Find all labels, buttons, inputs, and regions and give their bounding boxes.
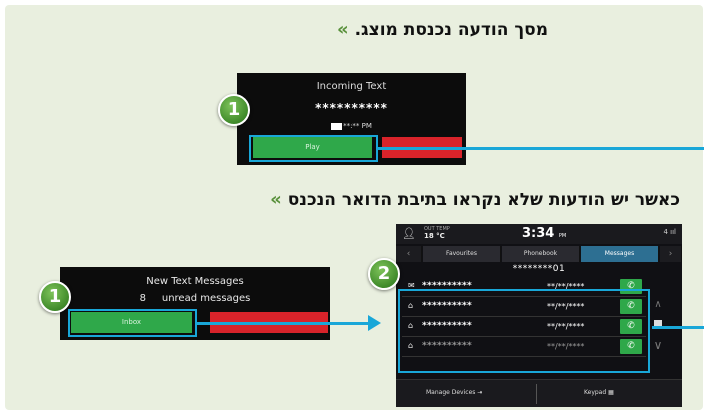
keypad-label: Keypad [584, 389, 607, 396]
time-block-icon [331, 122, 343, 130]
divider [536, 384, 537, 404]
tab-next-icon[interactable]: › [660, 246, 682, 262]
temp-value: 18 °C [424, 232, 445, 240]
tab-phonebook[interactable]: Phonebook [502, 246, 580, 262]
step-badge-2: 2 [368, 258, 400, 290]
exit-icon: ⇥ [477, 389, 483, 396]
keypad-icon: ▦ [608, 389, 614, 396]
chevron-icon: » [337, 19, 349, 40]
message-time: **:** PM [237, 122, 466, 130]
time-text: **:** PM [343, 122, 372, 130]
new-messages-title: New Text Messages [146, 276, 244, 287]
clock-time: 3:34 [522, 226, 555, 241]
scroll-up-icon[interactable]: ∧ [648, 299, 668, 310]
manage-devices-button[interactable]: Manage Devices ⇥ [426, 389, 482, 396]
keypad-button[interactable]: Keypad ▦ [584, 389, 614, 396]
chevron-icon: » [270, 189, 282, 210]
bottom-bar: Manage Devices ⇥ Keypad ▦ [396, 379, 682, 407]
connector-line [197, 322, 369, 325]
phone-number: ********01 [512, 264, 566, 274]
message-list-highlight [398, 289, 650, 373]
heading-text: מסך הודעה נכנסת מוצג. [354, 20, 548, 40]
status-bar: 👤︎ OUT TEMP 18 °C 3:34 PM 4 ııl [396, 224, 682, 244]
outside-temp: OUT TEMP 18 °C [424, 226, 450, 241]
sender-name: ********** [315, 101, 388, 115]
manage-devices-label: Manage Devices [426, 389, 476, 396]
phone-tabs: ‹ Favourites Phonebook Messages › [396, 246, 682, 262]
clock: 3:34 PM [522, 226, 566, 241]
incoming-title: Incoming Text [316, 81, 387, 92]
connector-line [652, 326, 704, 329]
heading-text: כאשר יש הודעות שלא נקראו בתיבת הדואר הנכ… [287, 190, 680, 210]
clock-ampm: PM [558, 233, 567, 239]
tab-messages[interactable]: Messages [581, 246, 659, 262]
heading-incoming-text: מסך הודעה נכנסת מוצג. » [331, 19, 548, 40]
person-icon[interactable]: 👤︎ [402, 227, 416, 240]
step-badge-1: 1 [218, 94, 250, 126]
play-highlight [249, 135, 378, 162]
connector-line [378, 147, 704, 150]
signal-icon: 4 ııl [663, 228, 676, 236]
arrow-right-icon [368, 315, 381, 331]
scroll-down-icon[interactable]: ∨ [648, 338, 668, 352]
step-badge-1: 1 [39, 281, 71, 313]
heading-unread-messages: כאשר יש הודעות שלא נקראו בתיבת הדואר הנכ… [264, 189, 680, 210]
tab-favourites[interactable]: Favourites [423, 246, 501, 262]
inbox-highlight [68, 309, 197, 337]
unread-count: 8 unread messages [139, 293, 251, 304]
tab-prev-icon[interactable]: ‹ [396, 246, 422, 262]
